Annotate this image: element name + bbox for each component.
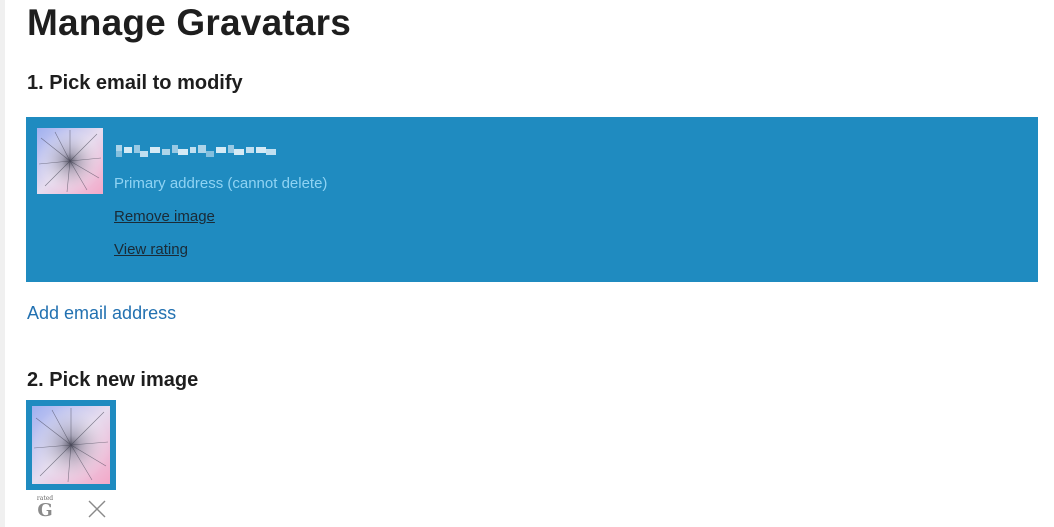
email-avatar-image [37, 128, 103, 194]
manage-gravatars-page: Manage Gravatars 1. Pick email to modify [0, 0, 1054, 527]
step1-title: 1. Pick email to modify [27, 72, 243, 94]
rating-badge[interactable]: rated G [33, 495, 57, 523]
page-title: Manage Gravatars [27, 2, 352, 43]
remove-image-link[interactable]: Remove image [114, 208, 215, 225]
close-icon[interactable] [87, 499, 107, 519]
gravatar-image-option[interactable] [26, 400, 116, 490]
view-rating-link[interactable]: View rating [114, 241, 188, 258]
left-border [0, 0, 5, 527]
rating-badge-letter: G [37, 500, 53, 521]
add-email-address-link[interactable]: Add email address [27, 303, 176, 324]
email-address-pixelated [114, 141, 278, 161]
step2-title: 2. Pick new image [27, 369, 199, 391]
primary-address-note: Primary address (cannot delete) [114, 175, 328, 192]
selected-email-panel[interactable]: Primary address (cannot delete) Remove i… [26, 117, 1038, 282]
